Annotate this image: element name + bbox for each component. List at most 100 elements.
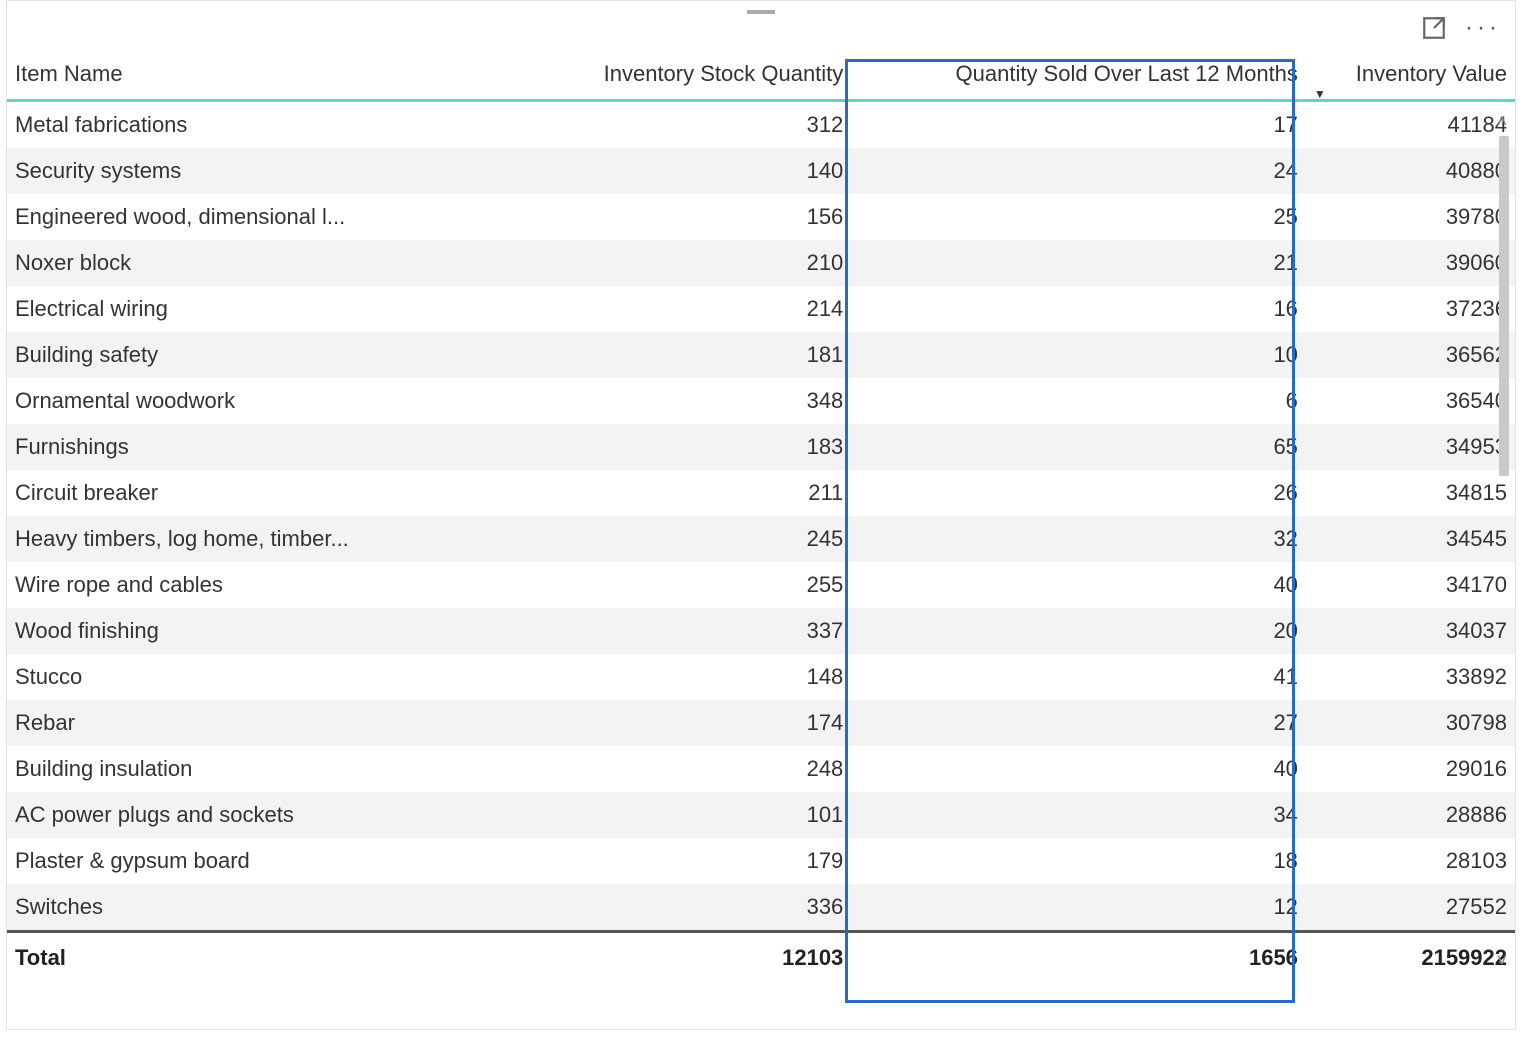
totals-row: Total 12103 1656 2159922	[7, 932, 1515, 984]
total-sold: 1656	[851, 932, 1306, 984]
table-row[interactable]: Stucco1484133892	[7, 654, 1515, 700]
total-stock: 12103	[502, 932, 851, 984]
total-label: Total	[7, 932, 502, 984]
header-row: Item Name Inventory Stock Quantity Quant…	[7, 51, 1515, 101]
cell-item-name: Ornamental woodwork	[7, 378, 502, 424]
cell-sold: 26	[851, 470, 1306, 516]
table-row[interactable]: Wire rope and cables2554034170	[7, 562, 1515, 608]
table-row[interactable]: Engineered wood, dimensional l...1562539…	[7, 194, 1515, 240]
scroll-up-icon[interactable]: ˄	[1491, 111, 1513, 132]
cell-sold: 17	[851, 101, 1306, 149]
cell-stock: 255	[502, 562, 851, 608]
cell-item-name: Building insulation	[7, 746, 502, 792]
cell-item-name: Heavy timbers, log home, timber...	[7, 516, 502, 562]
col-stock-qty[interactable]: Inventory Stock Quantity	[502, 51, 851, 101]
cell-stock: 248	[502, 746, 851, 792]
table-row[interactable]: Noxer block2102139060	[7, 240, 1515, 286]
cell-stock: 101	[502, 792, 851, 838]
table-row[interactable]: Building safety1811036562	[7, 332, 1515, 378]
cell-value: 39780	[1306, 194, 1515, 240]
col-sold-12m[interactable]: Quantity Sold Over Last 12 Months	[851, 51, 1306, 101]
cell-value: 33892	[1306, 654, 1515, 700]
cell-value: 34037	[1306, 608, 1515, 654]
cell-stock: 211	[502, 470, 851, 516]
table-row[interactable]: Metal fabrications3121741184	[7, 101, 1515, 149]
cell-stock: 148	[502, 654, 851, 700]
table-row[interactable]: Circuit breaker2112634815	[7, 470, 1515, 516]
table-row[interactable]: Furnishings1836534953	[7, 424, 1515, 470]
scroll-down-icon[interactable]: ˅	[1491, 950, 1513, 971]
cell-value: 41184	[1306, 101, 1515, 149]
cell-value: 36562	[1306, 332, 1515, 378]
cell-item-name: Electrical wiring	[7, 286, 502, 332]
cell-value: 29016	[1306, 746, 1515, 792]
cell-stock: 140	[502, 148, 851, 194]
cell-sold: 34	[851, 792, 1306, 838]
cell-sold: 65	[851, 424, 1306, 470]
cell-stock: 348	[502, 378, 851, 424]
cell-item-name: Noxer block	[7, 240, 502, 286]
cell-sold: 24	[851, 148, 1306, 194]
cell-item-name: Engineered wood, dimensional l...	[7, 194, 502, 240]
table-row[interactable]: Rebar1742730798	[7, 700, 1515, 746]
cell-stock: 174	[502, 700, 851, 746]
cell-item-name: Rebar	[7, 700, 502, 746]
cell-stock: 214	[502, 286, 851, 332]
cell-item-name: Switches	[7, 884, 502, 932]
table-visual: ··· Item Name Inventory Stock Quantity Q…	[6, 0, 1516, 1030]
cell-sold: 10	[851, 332, 1306, 378]
cell-value: 36540	[1306, 378, 1515, 424]
cell-item-name: Security systems	[7, 148, 502, 194]
cell-value: 34815	[1306, 470, 1515, 516]
table-row[interactable]: Plaster & gypsum board1791828103	[7, 838, 1515, 884]
table-row[interactable]: Wood finishing3372034037	[7, 608, 1515, 654]
cell-sold: 21	[851, 240, 1306, 286]
cell-stock: 156	[502, 194, 851, 240]
cell-value: 28886	[1306, 792, 1515, 838]
table-row[interactable]: Electrical wiring2141637236	[7, 286, 1515, 332]
cell-stock: 245	[502, 516, 851, 562]
cell-item-name: Plaster & gypsum board	[7, 838, 502, 884]
cell-sold: 32	[851, 516, 1306, 562]
drag-handle[interactable]	[7, 1, 1515, 23]
cell-value: 39060	[1306, 240, 1515, 286]
cell-sold: 27	[851, 700, 1306, 746]
table-row[interactable]: Ornamental woodwork348636540	[7, 378, 1515, 424]
cell-sold: 16	[851, 286, 1306, 332]
table-row[interactable]: Building insulation2484029016	[7, 746, 1515, 792]
cell-item-name: Wire rope and cables	[7, 562, 502, 608]
cell-item-name: Wood finishing	[7, 608, 502, 654]
cell-sold: 18	[851, 838, 1306, 884]
cell-value: 34953	[1306, 424, 1515, 470]
scroll-thumb[interactable]	[1499, 136, 1509, 476]
col-item-name[interactable]: Item Name	[7, 51, 502, 101]
table-row[interactable]: Heavy timbers, log home, timber...245323…	[7, 516, 1515, 562]
col-inventory-value[interactable]: Inventory Value	[1306, 51, 1515, 101]
cell-value: 28103	[1306, 838, 1515, 884]
cell-sold: 40	[851, 746, 1306, 792]
cell-stock: 183	[502, 424, 851, 470]
cell-item-name: Circuit breaker	[7, 470, 502, 516]
focus-mode-button[interactable]	[1421, 15, 1447, 41]
cell-value: 34545	[1306, 516, 1515, 562]
table-wrap: Item Name Inventory Stock Quantity Quant…	[7, 51, 1515, 983]
visual-toolbar: ···	[1421, 15, 1501, 41]
cell-value: 27552	[1306, 884, 1515, 932]
table-row[interactable]: Switches3361227552	[7, 884, 1515, 932]
cell-item-name: AC power plugs and sockets	[7, 792, 502, 838]
more-options-button[interactable]: ···	[1465, 23, 1501, 33]
cell-sold: 20	[851, 608, 1306, 654]
table-row[interactable]: Security systems1402440880	[7, 148, 1515, 194]
cell-sold: 41	[851, 654, 1306, 700]
cell-sold: 25	[851, 194, 1306, 240]
table-row[interactable]: AC power plugs and sockets1013428886	[7, 792, 1515, 838]
inventory-table: Item Name Inventory Stock Quantity Quant…	[7, 51, 1515, 983]
cell-stock: 210	[502, 240, 851, 286]
cell-stock: 179	[502, 838, 851, 884]
cell-item-name: Furnishings	[7, 424, 502, 470]
cell-sold: 6	[851, 378, 1306, 424]
cell-sold: 12	[851, 884, 1306, 932]
cell-value: 40880	[1306, 148, 1515, 194]
cell-item-name: Stucco	[7, 654, 502, 700]
grip-icon	[747, 10, 775, 14]
